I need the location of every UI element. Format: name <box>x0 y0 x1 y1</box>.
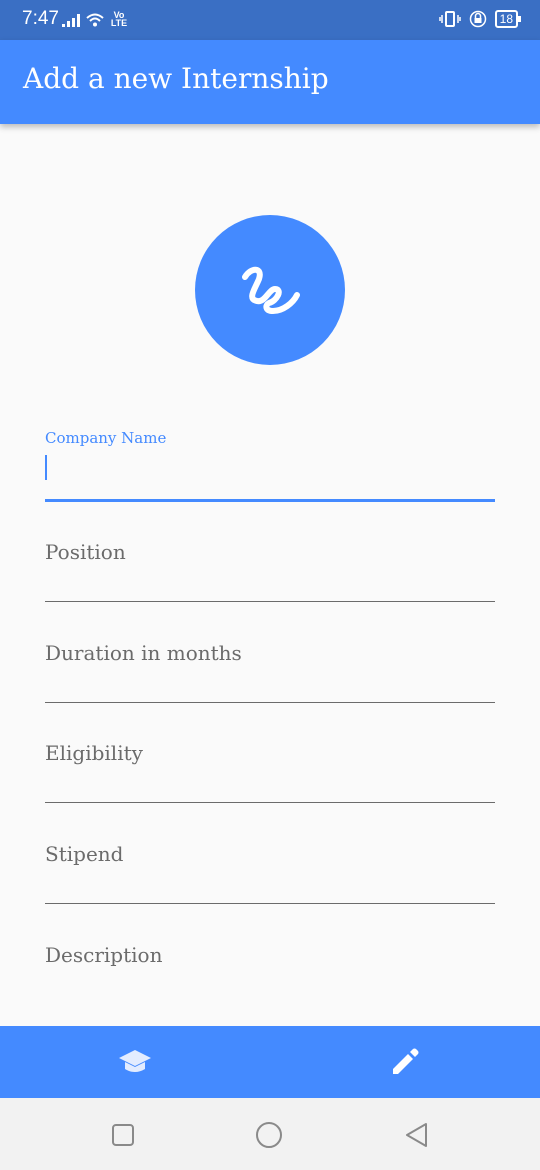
eligibility-underline <box>45 802 495 803</box>
description-label: Description <box>45 943 163 967</box>
position-field[interactable]: Position <box>45 540 495 605</box>
stipend-field[interactable]: Stipend <box>45 842 495 907</box>
page-title: Add a new Internship <box>23 62 329 95</box>
logo-avatar <box>195 215 345 365</box>
company-name-label: Company Name <box>45 429 167 447</box>
text-cursor <box>45 455 47 480</box>
signal-icon <box>62 13 80 27</box>
eligibility-label: Eligibility <box>45 741 143 765</box>
battery-indicator: 18 <box>494 10 522 28</box>
bottom-navigation <box>0 1026 540 1098</box>
description-field[interactable]: Description <box>45 943 495 1003</box>
volte-indicator: Vo LTE <box>110 10 128 28</box>
position-underline <box>45 601 495 602</box>
status-time: 7:47 <box>22 8 59 29</box>
nav-item-internships[interactable] <box>0 1026 270 1098</box>
status-bar: 7:47 Vo LTE 18 <box>0 0 540 40</box>
duration-field[interactable]: Duration in months <box>45 641 495 706</box>
recents-square-icon[interactable] <box>108 1120 138 1150</box>
back-triangle-icon[interactable] <box>402 1120 432 1150</box>
position-label: Position <box>45 540 126 564</box>
wifi-icon <box>86 13 104 27</box>
duration-underline <box>45 702 495 703</box>
status-left-icons: Vo LTE <box>62 10 128 28</box>
duration-label: Duration in months <box>45 641 242 665</box>
nav-item-add[interactable] <box>270 1026 540 1098</box>
lock-rotation-icon <box>469 10 486 28</box>
vibrate-icon <box>438 11 461 27</box>
pencil-icon <box>393 1048 419 1074</box>
company-name-input[interactable] <box>49 452 493 486</box>
home-circle-icon[interactable] <box>254 1120 284 1150</box>
status-right-icons: 18 <box>438 10 522 28</box>
stipend-underline <box>45 903 495 904</box>
eligibility-field[interactable]: Eligibility <box>45 741 495 806</box>
graduation-cap-icon <box>119 1050 151 1072</box>
company-name-underline <box>45 499 495 502</box>
stipend-label: Stipend <box>45 842 124 866</box>
squiggle-logo-icon <box>242 266 300 314</box>
system-navigation <box>0 1098 540 1170</box>
app-bar: Add a new Internship <box>0 40 540 124</box>
